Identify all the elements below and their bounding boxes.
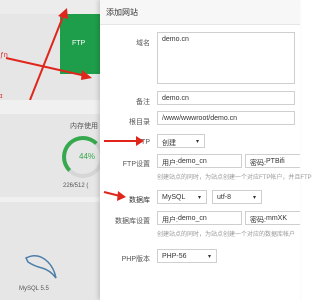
- db-user-label: 用户:: [162, 217, 178, 224]
- domain-label: 域名: [136, 40, 150, 47]
- annotation-arrow-icon: [5, 8, 92, 100]
- ftp-select-value: 创建: [162, 140, 176, 147]
- php-version-label: PHP版本: [121, 256, 150, 263]
- chevron-down-icon: ▾: [198, 195, 202, 201]
- mysql-label: MySQL 5.5: [19, 286, 49, 292]
- ftp-password-input[interactable]: 密码: PTBifi: [245, 154, 300, 168]
- memory-percent: 44%: [79, 152, 96, 161]
- chevron-down-icon: ▾: [208, 254, 212, 260]
- database-charset-select[interactable]: utf-8 ▾: [212, 190, 262, 204]
- chevron-down-icon: ▾: [196, 139, 200, 145]
- background-panel: FTP ƒn ɪ 内存使用 44% 226/512 ( MySQL 5.5: [0, 0, 100, 300]
- database-settings-label: 数据库设置: [115, 218, 150, 225]
- database-type-value: MySQL: [162, 194, 186, 201]
- php-version-value: PHP-56: [162, 253, 187, 260]
- section-divider: [0, 100, 100, 114]
- ftp-select[interactable]: 创建 ▾: [157, 134, 205, 148]
- ftp-pass-label: 密码:: [250, 160, 266, 167]
- database-type-select[interactable]: MySQL ▾: [157, 190, 207, 204]
- ftp-user-input[interactable]: 用户: demo_cn: [157, 154, 242, 168]
- root-dir-input[interactable]: /www/wwwroot/demo.cn: [157, 111, 295, 125]
- remark-input[interactable]: demo.cn: [157, 91, 295, 105]
- ftp-help-text: 创建站点的同时，为站点创建一个对应FTP帐户，并且FTP: [157, 175, 312, 181]
- database-charset-value: utf-8: [217, 194, 232, 201]
- memory-usage-label: 内存使用: [70, 123, 98, 130]
- db-pass-label: 密码:: [250, 217, 266, 224]
- ftp-user-label: 用户:: [162, 160, 178, 167]
- chevron-down-icon: ▾: [253, 195, 257, 201]
- php-version-select[interactable]: PHP-56 ▾: [157, 249, 217, 263]
- section-divider: [0, 197, 100, 202]
- root-dir-value: /www/wwwroot/demo.cn: [162, 115, 238, 122]
- database-password-input[interactable]: 密码: mmXK: [245, 211, 300, 225]
- domain-textarea[interactable]: demo.cn: [157, 32, 295, 84]
- remark-label: 备注: [136, 99, 150, 106]
- db-pass-value: mmXK: [266, 215, 287, 222]
- memory-detail: 226/512 (: [63, 183, 89, 189]
- domain-value: demo.cn: [162, 36, 189, 43]
- dialog-header: 添加网站: [100, 0, 300, 25]
- mysql-dolphin-icon: [24, 255, 57, 279]
- annotation-arrow-icon: [103, 136, 144, 201]
- database-help-text: 创建站点的同时，为站点创建一个对应的数据库帐户: [157, 232, 296, 238]
- root-dir-label: 根目录: [129, 119, 150, 126]
- add-site-dialog: 添加网站 域名 demo.cn 备注 demo.cn 根目录 /www/wwwr…: [100, 0, 312, 300]
- remark-value: demo.cn: [162, 95, 189, 102]
- ftp-pass-value: PTBifi: [266, 158, 285, 165]
- dialog-title: 添加网站: [106, 8, 138, 17]
- db-user-value: demo_cn: [178, 215, 207, 222]
- ftp-user-value: demo_cn: [178, 158, 207, 165]
- database-user-input[interactable]: 用户: demo_cn: [157, 211, 242, 225]
